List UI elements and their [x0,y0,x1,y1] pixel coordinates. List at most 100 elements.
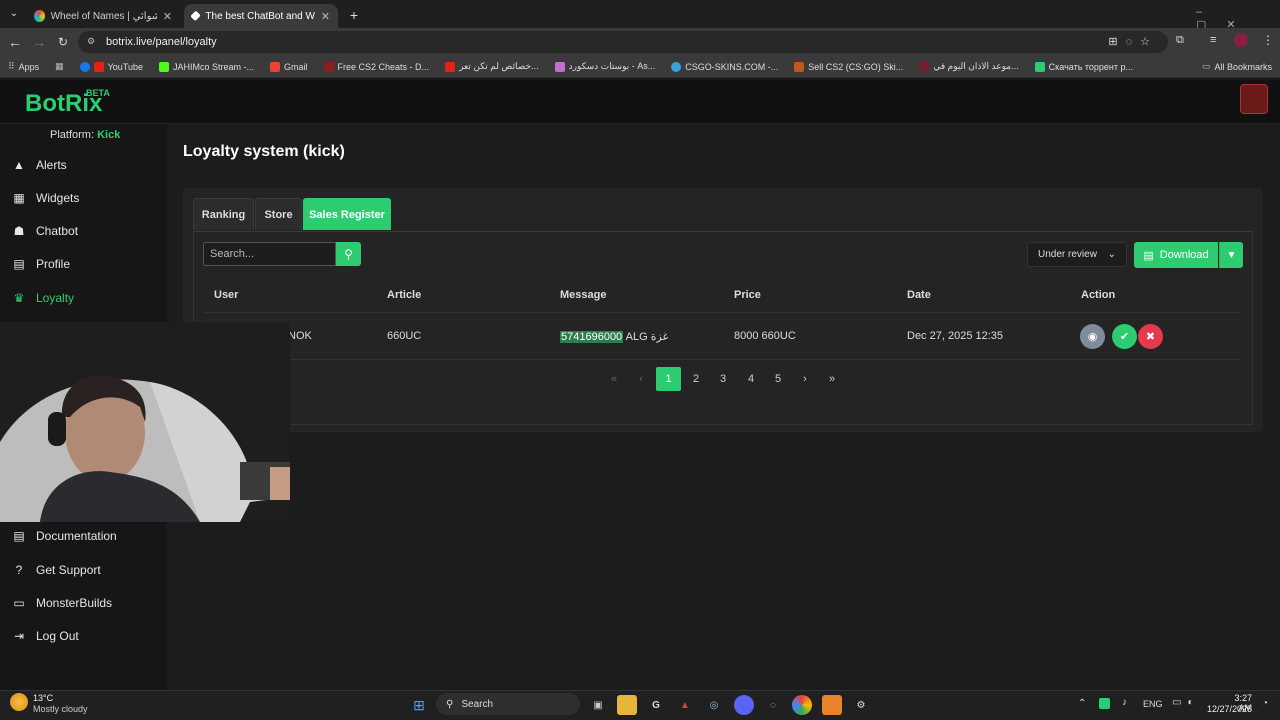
cell-price: 8000 660UC [734,330,796,342]
language-indicator[interactable]: ENG [1143,699,1163,709]
beta-badge: BETA [86,88,110,98]
weather-desc[interactable]: Mostly cloudy [33,704,88,714]
url-text: botrix.live/panel/loyalty [106,36,217,48]
browser-tab-wheel[interactable]: Wheel of Names | ‏سم العشوائي ✕ [26,4,180,28]
discord-icon[interactable] [734,695,754,715]
microphone-icon[interactable]: ♪ [1122,697,1127,708]
column-header-price: Price [734,289,761,301]
clock-date[interactable]: 12/27/2025 [1206,704,1252,714]
pagination-prev[interactable]: ‹ [633,367,649,391]
pagination-first[interactable]: « [606,367,622,391]
app-header [0,80,1280,124]
cell-date: Dec 27, 2025 12:35 [907,330,1004,342]
column-header-article: Article [387,289,422,301]
file-explorer-icon[interactable] [617,695,637,715]
bookmark-youtube[interactable]: YouTube [72,61,151,72]
weather-icon[interactable] [10,693,28,711]
search-button[interactable]: ⚲ [336,242,361,266]
pagination-next[interactable]: › [797,367,813,391]
app-red-icon[interactable]: ▲ [675,695,695,715]
tab-store[interactable]: Store [255,198,302,230]
tab-search-chevron-icon[interactable]: ⌄ [4,3,24,23]
site-info-icon[interactable]: ⚙ [87,36,95,47]
sidebar-item-profile[interactable]: ▤ Profile [12,252,70,276]
search-icon: ⚲ [344,247,353,261]
bookmark-kick[interactable]: JAHIMco Stream -... [151,61,262,72]
notification-icon[interactable]: ◔ [1262,698,1268,709]
sidebar-item-loyalty[interactable]: ♛ Loyalty [12,286,74,310]
pagination-last[interactable]: » [824,367,840,391]
bookmark-apps[interactable]: ⠿ Apps [0,61,47,72]
bookmark-cs2-cheats[interactable]: Free CS2 Cheats - D... [316,61,438,72]
bookmark-discord-posts[interactable]: بوستات دسكورد - As... [547,61,664,72]
address-bar[interactable]: ⚙ botrix.live/panel/loyalty ⊞◌☆ [78,31,1168,53]
pagination-page-2[interactable]: 2 [688,367,704,391]
search-input[interactable] [203,242,336,266]
close-icon[interactable]: ✕ [163,10,172,23]
approve-button[interactable]: ✔ [1112,324,1137,349]
bookmark-sell-cs2[interactable]: Sell CS2 (CS:GO) Ski... [786,61,911,72]
bookmark-prayer[interactable]: موعد الاذان اليوم في... [911,61,1026,72]
taskbar-search[interactable]: ⚲ Search [436,693,580,715]
app-g-icon[interactable]: G [646,695,666,715]
tab-ranking[interactable]: Ranking [193,198,254,230]
reject-button[interactable]: ✖ [1138,324,1163,349]
close-icon: ✖ [1145,331,1156,343]
close-icon[interactable]: ✕ [321,10,330,23]
platform-value: Kick [97,129,121,141]
tray-network-volume-icon[interactable]: ▭◐ [1172,697,1200,708]
menu-dots-icon[interactable]: ⋮ [1262,33,1274,47]
pagination-page-5[interactable]: 5 [770,367,786,391]
sidebar-item-support[interactable]: ? Get Support [12,558,101,582]
settings-gear-icon[interactable]: ⚙ [851,695,871,715]
new-tab-button[interactable]: + [342,3,366,27]
pagination-page-1[interactable]: 1 [656,367,681,391]
bookmark-arabic-yt[interactable]: خصائص لم تكن تعر... [437,61,547,72]
user-avatar[interactable] [1240,84,1268,114]
sidebar-item-logout[interactable]: ⇥ Log Out [12,624,79,648]
sidebar-item-widgets[interactable]: ▦ Widgets [12,186,79,210]
chrome-icon[interactable] [792,695,812,715]
download-button[interactable]: ▤ Download [1134,242,1218,268]
profile-avatar[interactable] [1234,33,1248,47]
column-header-message: Message [560,289,607,301]
status-filter-select[interactable]: Under review ⌄ [1027,242,1127,267]
tray-app-icon[interactable] [1099,698,1110,709]
column-header-user: User [214,289,239,301]
youtube-icon [93,61,104,72]
browser-tab-botrix[interactable]: The best ChatBot and Widgets ✕ [184,4,338,28]
all-bookmarks[interactable]: ▭ All Bookmarks [1194,61,1280,72]
weather-temp[interactable]: 13°C [33,693,53,703]
forward-arrow-icon[interactable]: → [27,30,51,54]
back-arrow-icon[interactable]: ← [3,30,27,54]
app-circle-icon[interactable]: ◌ [763,695,783,715]
omnibox-actions-icon[interactable]: ⊞◌☆ [1108,35,1158,48]
bookmark-torrent[interactable]: Скачать торрент р... [1027,61,1141,72]
sidebar-item-documentation[interactable]: ▤ Documentation [12,524,116,548]
bookmark-gmail[interactable]: Gmail [262,61,316,72]
sidebar-item-chatbot[interactable]: ☗ Chatbot [12,219,78,243]
bookmark-grid[interactable]: ▦ [47,61,72,72]
app-orange-icon[interactable] [822,695,842,715]
windows-start-icon[interactable]: ⊞ [409,695,429,715]
cell-message: 5741696000 ALG غزة [560,331,669,343]
check-icon: ✔ [1119,331,1130,343]
column-header-date: Date [907,289,931,301]
pagination-page-4[interactable]: 4 [743,367,759,391]
media-icon[interactable]: ≡ [1210,34,1216,46]
view-button[interactable]: ◉ [1080,324,1105,349]
bookmark-csgo-skins[interactable]: CSGO-SKINS.COM -... [663,61,786,72]
tray-chevron-icon[interactable]: ⌃ [1078,698,1086,709]
sidebar-item-alerts[interactable]: ▲ Alerts [12,153,67,177]
pagination-page-3[interactable]: 3 [715,367,731,391]
steam-icon[interactable]: ◎ [704,695,724,715]
sidebar-item-monsterbuilds[interactable]: ▭ MonsterBuilds [12,591,112,615]
download-options-button[interactable]: ▼ [1219,242,1243,268]
tab-sales-register[interactable]: Sales Register [303,198,391,230]
task-view-icon[interactable]: ▣ [588,695,608,715]
column-header-action: Action [1081,289,1116,301]
reload-icon[interactable]: ↻ [51,30,75,54]
robot-icon: ☗ [13,224,25,238]
extensions-icon[interactable]: ⧉ [1176,34,1184,47]
cell-user: NOK [288,330,312,342]
